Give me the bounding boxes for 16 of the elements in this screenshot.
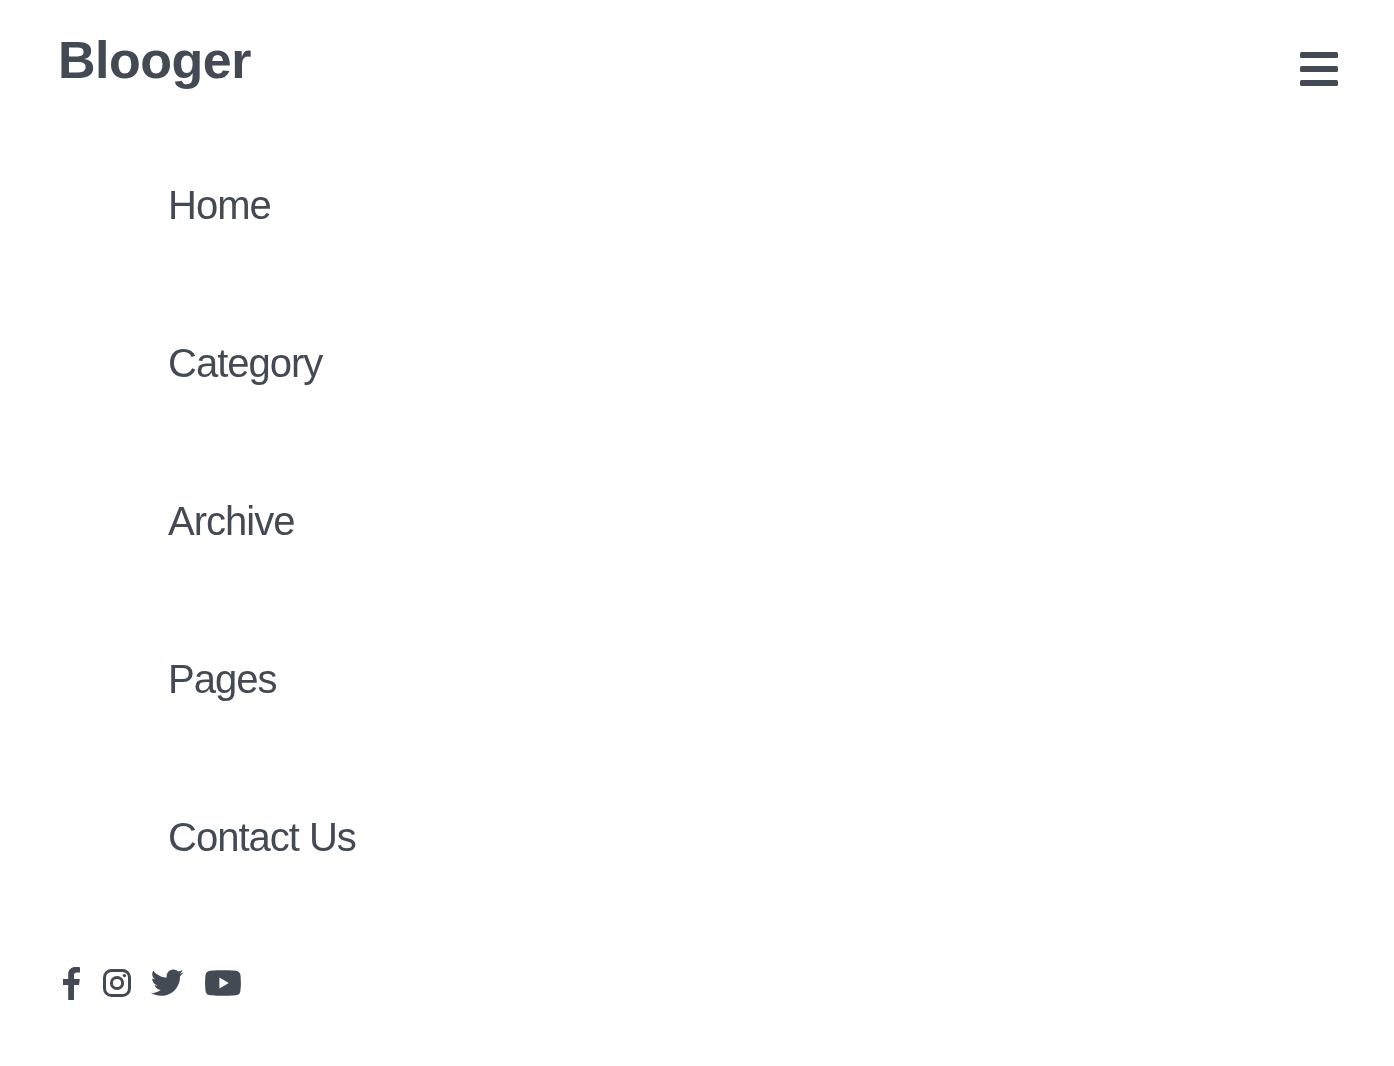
nav-link[interactable]: Archive <box>168 497 295 545</box>
facebook-link[interactable] <box>62 966 80 1000</box>
youtube-link[interactable] <box>205 970 241 996</box>
bird-icon <box>151 969 184 997</box>
menu-button[interactable] <box>1300 52 1338 86</box>
menu-icon <box>1300 52 1338 86</box>
instagram-link[interactable] <box>103 969 131 997</box>
site-logo[interactable]: Blooger <box>58 30 251 90</box>
nav-link[interactable]: Home <box>168 181 271 229</box>
facebook-icon <box>62 966 80 1000</box>
instagram-icon <box>103 969 131 997</box>
nav-link[interactable]: Contact Us <box>168 813 356 861</box>
nav-link[interactable]: Category <box>168 339 323 387</box>
video-play-icon <box>205 970 241 996</box>
nav-link[interactable]: Pages <box>168 655 277 703</box>
twitter-link[interactable] <box>151 969 184 997</box>
